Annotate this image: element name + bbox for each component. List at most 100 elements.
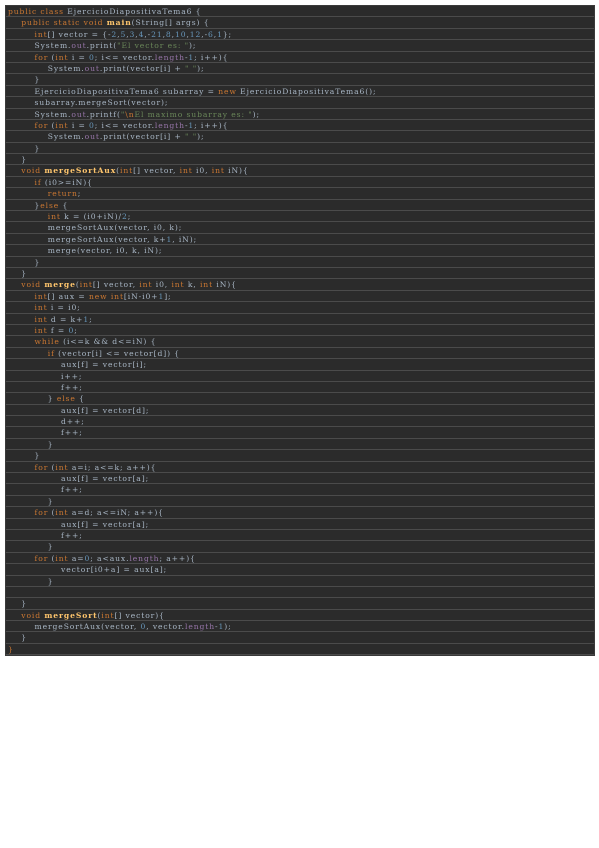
code-token: aux[f] = vector[d]; [8, 405, 150, 415]
code-token: int [34, 29, 48, 39]
code-token: } [8, 644, 14, 654]
code-token: out [71, 109, 87, 119]
code-line: int[] vector = {-2,5,3,4,-21,8,10,12,-6,… [6, 29, 594, 41]
code-token: } [8, 496, 54, 506]
code-token: merge(vector, i0, k, iN); [8, 246, 163, 256]
code-token: ; i<= vector. [94, 120, 155, 130]
code-token: public static void [21, 18, 107, 28]
code-token: } [8, 451, 41, 461]
code-token: (i<=k && d<=iN) { [63, 337, 157, 347]
code-line: f++; [6, 427, 594, 439]
code-line: } [6, 154, 594, 166]
code-token: " " [185, 132, 198, 142]
code-line: i++; [6, 371, 594, 382]
code-line [6, 587, 594, 599]
code-token: 10 [174, 29, 187, 39]
code-token: System. [8, 63, 85, 73]
code-token: El maximo subarray es: " [134, 109, 253, 119]
code-token: for [34, 462, 52, 472]
code-token: int [55, 52, 72, 62]
code-token: ; i++){ [194, 52, 229, 62]
code-token: aux[f] = vector[i]; [8, 360, 147, 370]
code-token: } [8, 576, 54, 586]
code-token: } [8, 542, 54, 552]
code-token: aux[f] = vector[a]; [8, 519, 150, 529]
code-line: for (int a=d; a<=iN; a++){ [6, 507, 594, 519]
code-token: } [8, 394, 57, 404]
code-token: mergeSortAux(vector, k+ [8, 234, 167, 244]
code-token: "El vector es: " [117, 41, 189, 51]
code-token: for [34, 52, 52, 62]
code-token: { [79, 394, 85, 404]
code-token: mergeSortAux(vector, i0, k); [8, 223, 183, 233]
code-token: } [8, 155, 27, 165]
code-line: f++; [6, 484, 594, 496]
code-token: int [34, 303, 51, 313]
code-token: ]; [164, 291, 172, 301]
code-token: new int [88, 291, 124, 301]
code-token: mergeSortAux(vector, [8, 622, 141, 632]
code-token: ; a<aux. [90, 553, 130, 563]
code-token: int [55, 120, 72, 130]
code-token: int [55, 553, 72, 563]
code-line: } [6, 268, 594, 280]
code-token: .print(vector[i] + [99, 63, 186, 73]
code-token: System. [8, 41, 72, 51]
code-token: ); [188, 41, 197, 51]
code-line: } [6, 74, 594, 86]
code-token: length [154, 120, 185, 130]
code-token: else [40, 200, 63, 210]
code-token: [] vector = {- [47, 29, 112, 39]
code-token: } [8, 143, 41, 153]
code-token: ,- [201, 29, 209, 39]
code-token: } [8, 257, 41, 267]
code-token: .printf( [86, 109, 121, 119]
code-token: out [84, 132, 100, 142]
code-token: length [129, 553, 160, 563]
code-line: void merge(int[] vector, int i0, int k, … [6, 279, 594, 291]
code-line: } [6, 257, 594, 268]
code-token: main [106, 18, 132, 28]
code-token: EjercicioDiapositivaTema6 { [67, 7, 202, 16]
code-token: k, [187, 280, 200, 290]
code-token: vector[i0+a] = aux[a]; [8, 565, 168, 575]
code-line: mergeSortAux(vector, k+1, iN); [6, 234, 594, 246]
code-token: [] vector, [92, 280, 140, 290]
code-token: return [47, 189, 78, 199]
code-token: f = [50, 325, 69, 335]
code-line: } [6, 644, 594, 656]
code-line: vector[i0+a] = aux[a]; [6, 564, 594, 576]
code-line: } [6, 598, 594, 610]
code-token: , iN); [172, 234, 198, 244]
code-token: a=d; a<=iN; a++){ [71, 508, 164, 518]
code-line: if (i0>=iN){ [6, 177, 594, 189]
code-line: for (int i = 0; i<= vector.length-1; i++… [6, 52, 594, 63]
code-line: aux[f] = vector[i]; [6, 359, 594, 371]
code-token: } [8, 268, 27, 278]
code-token: (vector[i] <= vector[d]) { [58, 348, 180, 358]
code-token: ); [252, 109, 260, 119]
code-token: [iN-i0+ [123, 291, 159, 301]
code-token: aux[f] = vector[a]; [8, 474, 150, 484]
code-token: out [71, 41, 87, 51]
code-token: .print( [86, 41, 118, 51]
code-token: [] vector, [133, 166, 180, 176]
code-token: a=i; a<=k; a++){ [71, 462, 157, 472]
code-token: , vector. [146, 622, 185, 632]
code-line: } [6, 143, 594, 155]
code-line: mergeSortAux(vector, 0, vector.length-1)… [6, 621, 594, 633]
code-token: public class [8, 7, 68, 16]
code-token: ; i++){ [194, 120, 229, 130]
code-token: EjercicioDiapositivaTema6 subarray = [8, 86, 219, 96]
code-token: ; [89, 314, 93, 324]
code-line: for (int i = 0; i<= vector.length-1; i++… [6, 120, 594, 132]
